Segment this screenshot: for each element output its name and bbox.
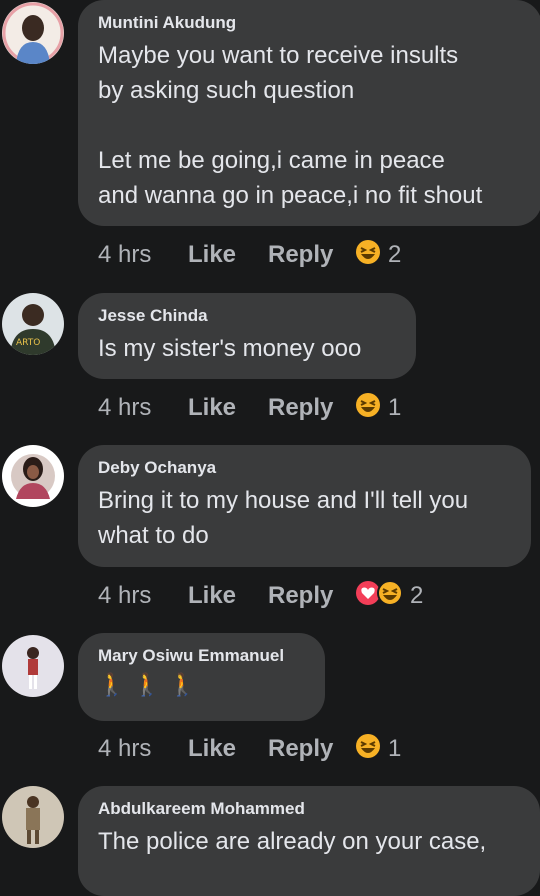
commenter-name[interactable]: Muntini Akudung: [98, 12, 524, 34]
avatar[interactable]: ARTO: [2, 293, 64, 355]
comment-text: The police are already on your case,: [98, 828, 487, 855]
svg-text:ARTO: ARTO: [16, 338, 40, 348]
laughing-emoji-icon: [354, 238, 382, 273]
reaction-count: 2: [410, 582, 424, 609]
commenter-name[interactable]: Deby Ochanya: [98, 457, 513, 479]
comment-actions: 4 hrs Like Reply 1: [98, 391, 401, 425]
comment-bubble: Deby Ochanya Bring it to my house and I'…: [78, 445, 531, 567]
comment-actions: 4 hrs Like Reply 2: [98, 238, 401, 272]
comment-actions: 4 hrs Like Reply 2: [98, 579, 423, 613]
like-button[interactable]: Like: [188, 241, 268, 269]
comment-bubble: Abdulkareem Mohammed The police are alre…: [78, 786, 540, 896]
reaction-summary[interactable]: 1: [354, 391, 401, 426]
comment-bubble: Mary Osiwu Emmanuel 🚶🚶🚶: [78, 633, 325, 721]
comment-text: Bring it to my house and I'll tell you w…: [98, 487, 469, 549]
laughing-emoji-icon: [354, 732, 382, 767]
commenter-name[interactable]: Mary Osiwu Emmanuel: [98, 645, 307, 667]
comment-text: Maybe you want to receive insults by ask…: [98, 42, 483, 209]
commenter-name[interactable]: Jesse Chinda: [98, 305, 398, 327]
comment-timestamp[interactable]: 4 hrs: [98, 241, 188, 269]
comment-timestamp[interactable]: 4 hrs: [98, 735, 188, 763]
reaction-count: 1: [388, 394, 402, 421]
avatar[interactable]: [2, 445, 64, 507]
like-button[interactable]: Like: [188, 394, 268, 422]
comment-bubble: Jesse Chinda Is my sister's money ooo: [78, 293, 416, 379]
reply-button[interactable]: Reply: [268, 394, 354, 422]
reply-button[interactable]: Reply: [268, 241, 354, 269]
reaction-summary[interactable]: 2: [354, 238, 401, 273]
reaction-count: 2: [388, 241, 402, 268]
comment-actions: 4 hrs Like Reply 1: [98, 732, 401, 766]
comment-timestamp[interactable]: 4 hrs: [98, 582, 188, 610]
avatar[interactable]: [2, 2, 64, 64]
reply-button[interactable]: Reply: [268, 582, 354, 610]
commenter-name[interactable]: Abdulkareem Mohammed: [98, 798, 522, 820]
comment-timestamp[interactable]: 4 hrs: [98, 394, 188, 422]
laughing-emoji-icon: [354, 391, 382, 426]
reaction-count: 1: [388, 735, 402, 762]
comment-bubble: Muntini Akudung Maybe you want to receiv…: [78, 0, 540, 226]
like-button[interactable]: Like: [188, 582, 268, 610]
reply-button[interactable]: Reply: [268, 735, 354, 763]
like-button[interactable]: Like: [188, 735, 268, 763]
avatar[interactable]: [2, 786, 64, 848]
avatar[interactable]: [2, 635, 64, 697]
comment-text: 🚶🚶🚶: [98, 672, 205, 697]
laughing-emoji-icon: [376, 579, 404, 614]
reaction-summary[interactable]: 2: [354, 579, 423, 614]
comment-text: Is my sister's money ooo: [98, 335, 362, 362]
reaction-summary[interactable]: 1: [354, 732, 401, 767]
